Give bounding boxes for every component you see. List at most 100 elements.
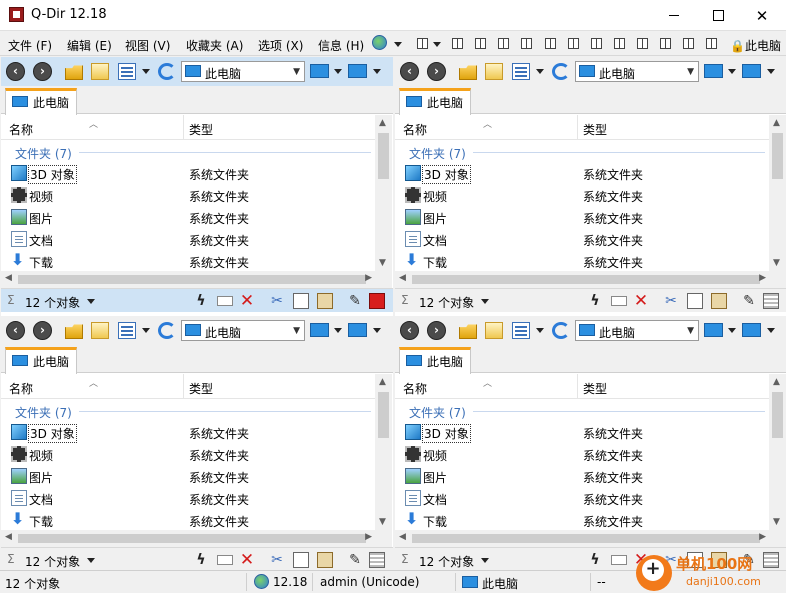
address-bar[interactable]: 此电脑 ▼ xyxy=(181,61,305,82)
scroll-down-icon[interactable]: ▼ xyxy=(773,258,780,268)
list-item[interactable]: 文档 系统文件夹 xyxy=(395,487,769,509)
layout-icon[interactable] xyxy=(614,38,625,49)
chevron-down-icon[interactable] xyxy=(334,328,342,333)
list-item[interactable]: 视频 系统文件夹 xyxy=(395,184,769,206)
scroll-right-icon[interactable]: ▶ xyxy=(365,532,372,542)
folder-up-icon[interactable] xyxy=(65,65,83,80)
scroll-thumb[interactable] xyxy=(412,275,760,284)
chevron-down-icon[interactable] xyxy=(536,69,544,74)
list-item[interactable]: 文档 系统文件夹 xyxy=(1,228,375,250)
monitor-icon[interactable] xyxy=(310,64,329,78)
view-mode-icon[interactable] xyxy=(118,63,136,80)
chevron-down-icon[interactable] xyxy=(767,328,775,333)
list-item[interactable]: 视频 系统文件夹 xyxy=(1,443,375,465)
lightning-icon[interactable]: ϟ xyxy=(193,293,209,309)
layout-icon[interactable] xyxy=(452,38,463,49)
layout-icon[interactable] xyxy=(545,38,556,49)
list-item[interactable]: 3D 对象 系统文件夹 xyxy=(395,162,769,184)
scroll-thumb[interactable] xyxy=(18,534,366,543)
forward-button[interactable]: › xyxy=(33,321,52,340)
list-item[interactable]: 图片 系统文件夹 xyxy=(395,206,769,228)
scroll-right-icon[interactable]: ▶ xyxy=(365,273,372,283)
edit-icon[interactable]: ✎ xyxy=(741,293,757,309)
scroll-left-icon[interactable]: ◀ xyxy=(399,273,406,283)
scroll-left-icon[interactable]: ◀ xyxy=(5,532,12,542)
list-item[interactable]: 3D 对象 系统文件夹 xyxy=(395,421,769,443)
list-item[interactable]: 图片 系统文件夹 xyxy=(395,465,769,487)
paste-icon[interactable] xyxy=(317,552,333,568)
scroll-thumb[interactable] xyxy=(772,392,783,438)
chevron-down-icon[interactable] xyxy=(481,299,489,304)
paste-icon[interactable] xyxy=(711,293,727,309)
monitor-icon[interactable] xyxy=(704,323,723,337)
chevron-down-icon[interactable] xyxy=(87,558,95,563)
horizontal-scrollbar[interactable]: ◀ ▶ xyxy=(395,530,769,547)
address-bar[interactable]: 此电脑 ▼ xyxy=(181,320,305,341)
menu-edit[interactable]: 编辑 (E) xyxy=(67,37,112,54)
globe-icon[interactable] xyxy=(372,35,387,50)
scroll-down-icon[interactable]: ▼ xyxy=(773,517,780,527)
lightning-icon[interactable]: ϟ xyxy=(193,552,209,568)
chevron-down-icon[interactable] xyxy=(481,558,489,563)
forward-button[interactable]: › xyxy=(427,321,446,340)
column-divider[interactable] xyxy=(577,115,578,140)
rename-icon[interactable] xyxy=(217,296,233,306)
folder-up-icon[interactable] xyxy=(459,65,477,80)
scroll-up-icon[interactable]: ▲ xyxy=(379,118,386,128)
info-location[interactable]: 🔒此电脑 xyxy=(730,37,781,54)
chevron-down-icon[interactable] xyxy=(142,69,150,74)
folder-up-icon[interactable] xyxy=(459,324,477,339)
scroll-thumb[interactable] xyxy=(378,133,389,179)
tab-this-pc[interactable]: 此电脑 xyxy=(5,88,77,115)
scroll-down-icon[interactable]: ▼ xyxy=(379,258,386,268)
group-header[interactable]: 文件夹 (7) xyxy=(15,145,72,162)
menu-file[interactable]: 文件 (F) xyxy=(8,37,52,54)
layout-4-pane-icon[interactable] xyxy=(417,38,428,49)
back-button[interactable]: ‹ xyxy=(6,321,25,340)
rename-icon[interactable] xyxy=(611,296,627,306)
list-item[interactable]: 3D 对象 系统文件夹 xyxy=(1,162,375,184)
vertical-scrollbar[interactable]: ▲ ▼ xyxy=(769,374,786,530)
group-header[interactable]: 文件夹 (7) xyxy=(15,404,72,421)
scroll-down-icon[interactable]: ▼ xyxy=(379,517,386,527)
chevron-down-icon[interactable] xyxy=(334,69,342,74)
list-item[interactable]: 文档 系统文件夹 xyxy=(395,228,769,250)
chevron-down-icon[interactable]: ▼ xyxy=(687,326,694,336)
column-divider[interactable] xyxy=(183,374,184,399)
select-all-icon[interactable] xyxy=(369,293,385,309)
minimize-button[interactable] xyxy=(652,0,696,31)
refresh-icon[interactable] xyxy=(552,322,570,339)
paste-icon[interactable] xyxy=(317,293,333,309)
vertical-scrollbar[interactable]: ▲ ▼ xyxy=(375,115,392,271)
copy-icon[interactable] xyxy=(293,552,309,568)
column-name[interactable]: 名称 xyxy=(9,121,33,138)
chevron-down-icon[interactable] xyxy=(142,328,150,333)
back-button[interactable]: ‹ xyxy=(400,62,419,81)
object-count[interactable]: 12 个对象 xyxy=(25,294,80,311)
chevron-down-icon[interactable]: ▼ xyxy=(687,67,694,77)
horizontal-scrollbar[interactable]: ◀ ▶ xyxy=(395,271,769,288)
layout-icon[interactable] xyxy=(475,38,486,49)
list-item[interactable]: ⬇ 下载 系统文件夹 xyxy=(1,509,375,531)
chevron-down-icon[interactable] xyxy=(394,42,402,47)
menu-favorites[interactable]: 收藏夹 (A) xyxy=(186,37,243,54)
layout-icon[interactable] xyxy=(498,38,509,49)
refresh-icon[interactable] xyxy=(158,63,176,80)
column-divider[interactable] xyxy=(183,115,184,140)
scroll-left-icon[interactable]: ◀ xyxy=(399,532,406,542)
layout-icon[interactable] xyxy=(683,38,694,49)
scroll-thumb[interactable] xyxy=(378,392,389,438)
lightning-icon[interactable]: ϟ xyxy=(587,552,603,568)
layout-icon[interactable] xyxy=(660,38,671,49)
list-item[interactable]: 视频 系统文件夹 xyxy=(1,184,375,206)
chevron-down-icon[interactable]: ▼ xyxy=(293,326,300,336)
column-name[interactable]: 名称 xyxy=(403,121,427,138)
folder-up-icon[interactable] xyxy=(65,324,83,339)
tab-this-pc[interactable]: 此电脑 xyxy=(399,88,471,115)
view-mode-icon[interactable] xyxy=(512,63,530,80)
menu-options[interactable]: 选项 (X) xyxy=(258,37,303,54)
delete-icon[interactable]: ✕ xyxy=(239,552,255,569)
view-mode-icon[interactable] xyxy=(118,322,136,339)
group-header[interactable]: 文件夹 (7) xyxy=(409,145,466,162)
horizontal-scrollbar[interactable]: ◀ ▶ xyxy=(1,271,375,288)
